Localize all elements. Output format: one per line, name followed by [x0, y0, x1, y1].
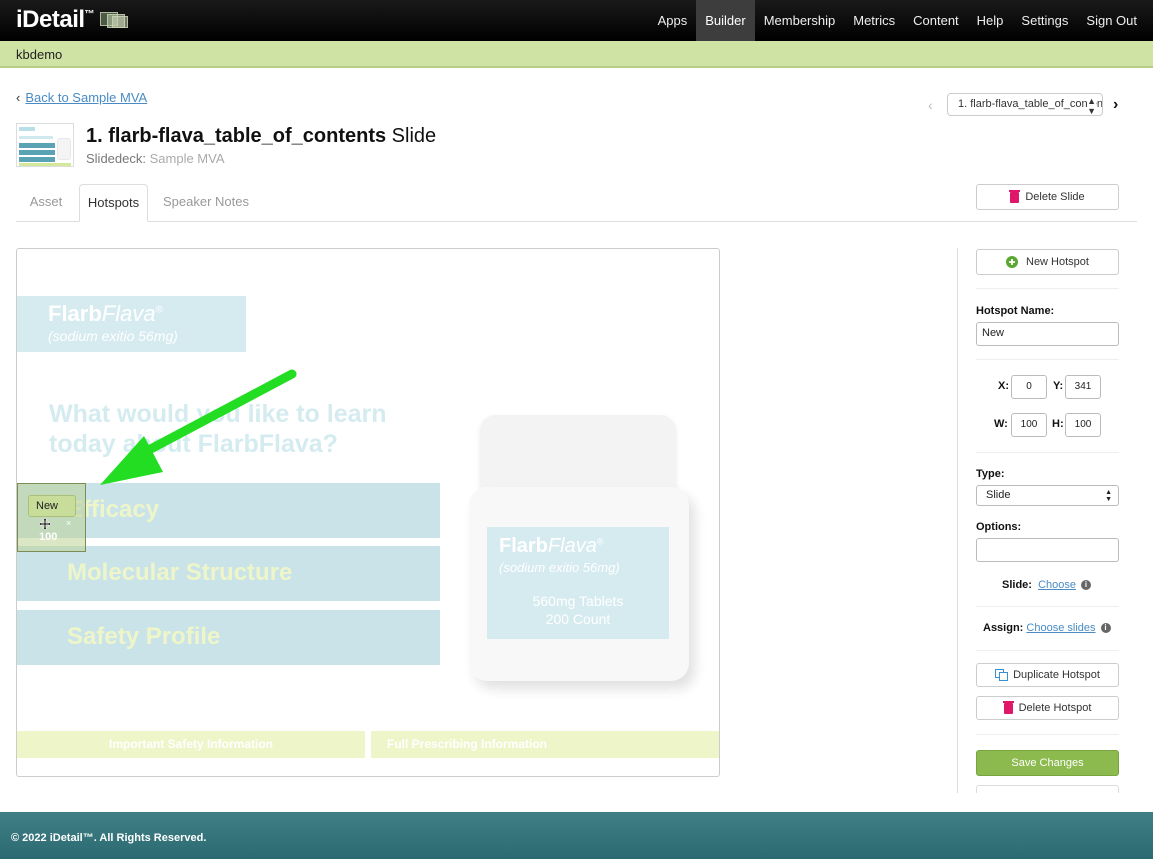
nav-builder[interactable]: Builder	[696, 0, 755, 41]
select-arrows-icon: ▲ ▼	[1087, 94, 1096, 116]
hotspot-name-label: Hotspot Name:	[976, 305, 1055, 317]
brand-name-text: FlarbFlava®	[48, 301, 163, 326]
type-select-value: Slide	[986, 489, 1011, 501]
nav-metrics[interactable]: Metrics	[844, 0, 904, 41]
w-label: W:	[994, 418, 1008, 430]
duplicate-hotspot-label: Duplicate Hotspot	[1013, 669, 1100, 681]
prev-slide-icon[interactable]: ‹	[928, 97, 942, 113]
duplicate-hotspot-button[interactable]: Duplicate Hotspot	[976, 663, 1119, 687]
slide-label: Slide:	[1002, 579, 1032, 591]
new-hotspot-button[interactable]: New Hotspot	[976, 249, 1119, 275]
brand-logo[interactable]: iDetail ™	[16, 6, 95, 34]
h-label: H:	[1052, 418, 1064, 430]
annotation-arrow-icon	[100, 369, 297, 485]
w-input[interactable]: 100	[1011, 413, 1047, 437]
hotspot-size: 100	[39, 531, 58, 543]
next-slide-icon[interactable]: ›	[1113, 96, 1118, 114]
panel-divider	[957, 248, 958, 793]
trash-icon	[1009, 189, 1021, 203]
slide-number: 1.	[86, 125, 103, 147]
select-arrows-icon: ▲ ▼	[1105, 489, 1112, 503]
tab-hotspots[interactable]: Hotspots	[79, 184, 148, 222]
nav-apps[interactable]: Apps	[649, 0, 697, 41]
options-label: Options:	[976, 521, 1022, 533]
account-name: kbdemo	[16, 47, 63, 62]
trash-icon	[1002, 700, 1014, 714]
plus-circle-icon	[1006, 256, 1018, 268]
tab-speaker-notes[interactable]: Speaker Notes	[156, 184, 256, 222]
hotspot-name-input[interactable]: New	[976, 322, 1119, 346]
option-safety-profile: Safety Profile	[17, 610, 440, 665]
assign-row: Assign: Choose slides i	[983, 622, 1111, 634]
chevron-left-icon: ‹	[16, 90, 21, 105]
hotspot-close-icon[interactable]: ×	[66, 518, 71, 528]
logo-squares-icon	[100, 12, 130, 30]
slide-name: flarb-flava_table_of_contents	[108, 125, 387, 147]
y-input[interactable]: 341	[1065, 375, 1101, 399]
brand-name: iDetail	[16, 6, 85, 33]
footer-copyright: © 2022 iDetail™. All Rights Reserved.	[11, 832, 207, 844]
panel-next-button-edge	[976, 785, 1119, 793]
nav-settings[interactable]: Settings	[1012, 0, 1077, 41]
x-label: X:	[998, 380, 1009, 392]
assign-label: Assign:	[983, 622, 1024, 634]
account-bar: kbdemo	[0, 41, 1153, 68]
delete-slide-button[interactable]: Delete Slide	[976, 184, 1119, 210]
nav-help[interactable]: Help	[968, 0, 1013, 41]
subtitle-label: Slidedeck:	[86, 151, 146, 166]
assign-choose-slides-link[interactable]: Choose slides	[1026, 622, 1095, 634]
x-input[interactable]: 0	[1011, 375, 1047, 399]
product-bottle-image: FlarbFlava® (sodium exitio 56mg) 560mg T…	[467, 409, 691, 681]
isi-link: Important Safety Information	[17, 731, 365, 758]
slide-choose-row: Slide: Choose i	[1002, 579, 1091, 591]
delete-hotspot-label: Delete Hotspot	[1018, 702, 1092, 714]
delete-slide-label: Delete Slide	[1025, 191, 1085, 203]
back-link[interactable]: ‹ Back to Sample MVA	[16, 90, 147, 105]
slide-navigator: ‹ 1. flarb-flava_table_of_contents ▲ ▼ ›	[928, 93, 1118, 116]
info-icon[interactable]: i	[1100, 623, 1111, 634]
hotspot-label[interactable]: New	[28, 495, 76, 517]
nav-membership[interactable]: Membership	[755, 0, 845, 41]
brand-box: FlarbFlava® (sodium exitio 56mg)	[17, 296, 246, 352]
slide-canvas[interactable]: FlarbFlava® (sodium exitio 56mg) What wo…	[16, 248, 720, 777]
duplicate-icon	[995, 669, 1009, 681]
pi-link: Full Prescribing Information	[371, 731, 719, 758]
subtitle-value: Sample MVA	[149, 151, 225, 166]
page-title: 1. flarb-flava_table_of_contents Slide	[86, 125, 436, 148]
slide-select[interactable]: 1. flarb-flava_table_of_contents ▲ ▼	[947, 93, 1103, 116]
brand-tm: ™	[84, 9, 95, 20]
options-input[interactable]	[976, 538, 1119, 562]
save-changes-button[interactable]: Save Changes	[976, 750, 1119, 776]
main-nav: Apps Builder Membership Metrics Content …	[649, 0, 1153, 41]
tab-bar: Asset Hotspots Speaker Notes	[16, 184, 1137, 222]
page-subtitle: Slidedeck: Sample MVA	[86, 151, 225, 166]
bottle-label: FlarbFlava® (sodium exitio 56mg) 560mg T…	[487, 527, 669, 639]
option-molecular-structure: Molecular Structure	[17, 546, 440, 601]
h-input[interactable]: 100	[1065, 413, 1101, 437]
nav-sign-out[interactable]: Sign Out	[1077, 0, 1153, 41]
type-label: Type:	[976, 468, 1005, 480]
delete-hotspot-button[interactable]: Delete Hotspot	[976, 696, 1119, 720]
top-navbar: iDetail ™ Apps Builder Membership Metrics…	[0, 0, 1153, 41]
new-hotspot-label: New Hotspot	[1026, 256, 1089, 268]
slide-select-value: 1. flarb-flava_table_of_contents	[958, 98, 1103, 110]
brand-sub-text: (sodium exitio 56mg)	[48, 328, 178, 344]
move-cursor-icon[interactable]	[39, 518, 51, 530]
info-icon[interactable]: i	[1081, 580, 1091, 591]
tab-asset[interactable]: Asset	[16, 184, 76, 222]
slide-choose-link[interactable]: Choose	[1038, 579, 1076, 591]
nav-content[interactable]: Content	[904, 0, 968, 41]
footer: © 2022 iDetail™. All Rights Reserved.	[0, 812, 1153, 859]
y-label: Y:	[1053, 380, 1064, 392]
slide-suffix: Slide	[391, 125, 437, 147]
type-select[interactable]: Slide ▲ ▼	[976, 485, 1119, 506]
back-link-text[interactable]: Back to Sample MVA	[25, 90, 147, 105]
slide-thumbnail	[16, 123, 74, 167]
